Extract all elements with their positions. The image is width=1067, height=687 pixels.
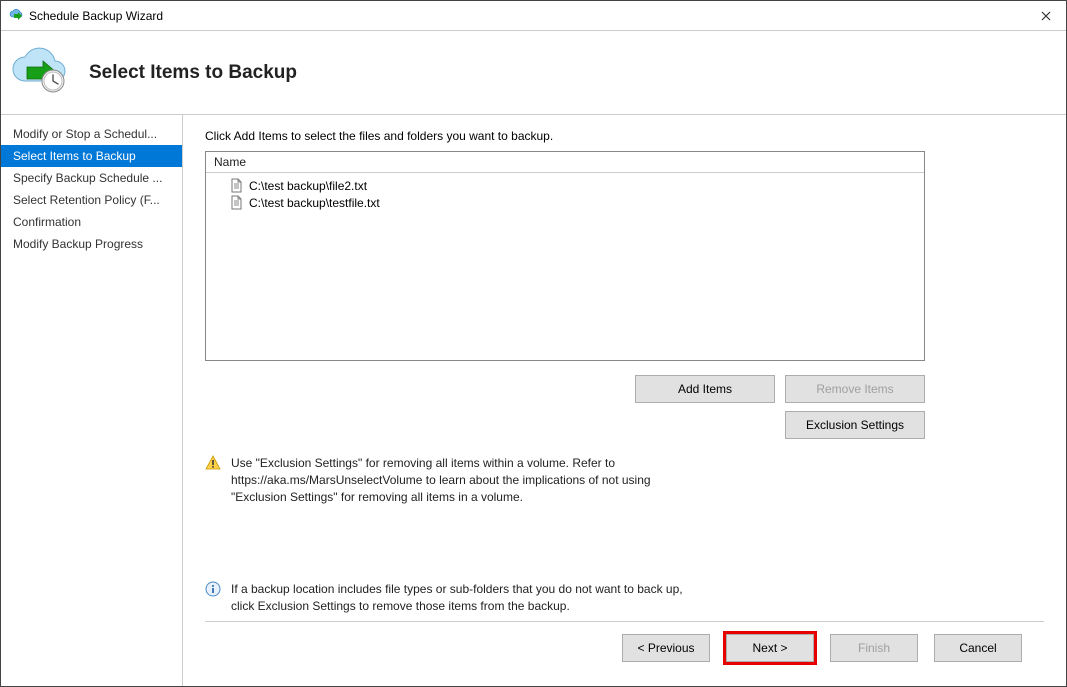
window-title: Schedule Backup Wizard: [25, 9, 1026, 23]
info-icon: [205, 581, 221, 600]
file-icon: [230, 195, 243, 210]
step-select-items[interactable]: Select Items to Backup: [1, 145, 182, 167]
info-note: If a backup location includes file types…: [205, 581, 685, 615]
exclusion-button-row: Exclusion Settings: [205, 411, 925, 439]
warning-icon: [205, 455, 221, 474]
step-modify-progress[interactable]: Modify Backup Progress: [1, 233, 182, 255]
wizard-window: Schedule Backup Wizard Select Items to B…: [0, 0, 1067, 687]
page-heading: Select Items to Backup: [89, 62, 297, 84]
item-buttons-row: Add Items Remove Items: [205, 375, 925, 403]
remove-items-button: Remove Items: [785, 375, 925, 403]
exclusion-settings-button[interactable]: Exclusion Settings: [785, 411, 925, 439]
file-icon: [230, 178, 243, 193]
list-item-path: C:\test backup\file2.txt: [249, 179, 367, 193]
instruction-text: Click Add Items to select the files and …: [205, 129, 1044, 143]
list-column-name[interactable]: Name: [206, 152, 924, 173]
items-listbox[interactable]: Name C:\test backup\file2.txt C:\test ba…: [205, 151, 925, 361]
close-button[interactable]: [1026, 1, 1066, 31]
step-retention-policy[interactable]: Select Retention Policy (F...: [1, 189, 182, 211]
wizard-footer: < Previous Next > Finish Cancel: [205, 621, 1044, 674]
app-icon: [9, 8, 25, 24]
finish-button: Finish: [830, 634, 918, 662]
cancel-button[interactable]: Cancel: [934, 634, 1022, 662]
previous-button[interactable]: < Previous: [622, 634, 710, 662]
content-panel: Click Add Items to select the files and …: [183, 115, 1066, 686]
list-item-path: C:\test backup\testfile.txt: [249, 196, 380, 210]
backup-header-icon: [11, 47, 69, 98]
step-modify-or-stop[interactable]: Modify or Stop a Schedul...: [1, 123, 182, 145]
next-button[interactable]: Next >: [726, 634, 814, 662]
titlebar: Schedule Backup Wizard: [1, 1, 1066, 31]
warning-note: Use "Exclusion Settings" for removing al…: [205, 455, 685, 505]
list-item[interactable]: C:\test backup\testfile.txt: [206, 194, 924, 211]
add-items-button[interactable]: Add Items: [635, 375, 775, 403]
main-area: Modify or Stop a Schedul... Select Items…: [1, 114, 1066, 686]
list-item[interactable]: C:\test backup\file2.txt: [206, 177, 924, 194]
warning-text: Use "Exclusion Settings" for removing al…: [231, 455, 685, 505]
info-text: If a backup location includes file types…: [231, 581, 685, 615]
step-confirmation[interactable]: Confirmation: [1, 211, 182, 233]
wizard-header: Select Items to Backup: [1, 31, 1066, 114]
list-body: C:\test backup\file2.txt C:\test backup\…: [206, 173, 924, 215]
step-specify-schedule[interactable]: Specify Backup Schedule ...: [1, 167, 182, 189]
wizard-steps-sidebar: Modify or Stop a Schedul... Select Items…: [1, 115, 183, 686]
